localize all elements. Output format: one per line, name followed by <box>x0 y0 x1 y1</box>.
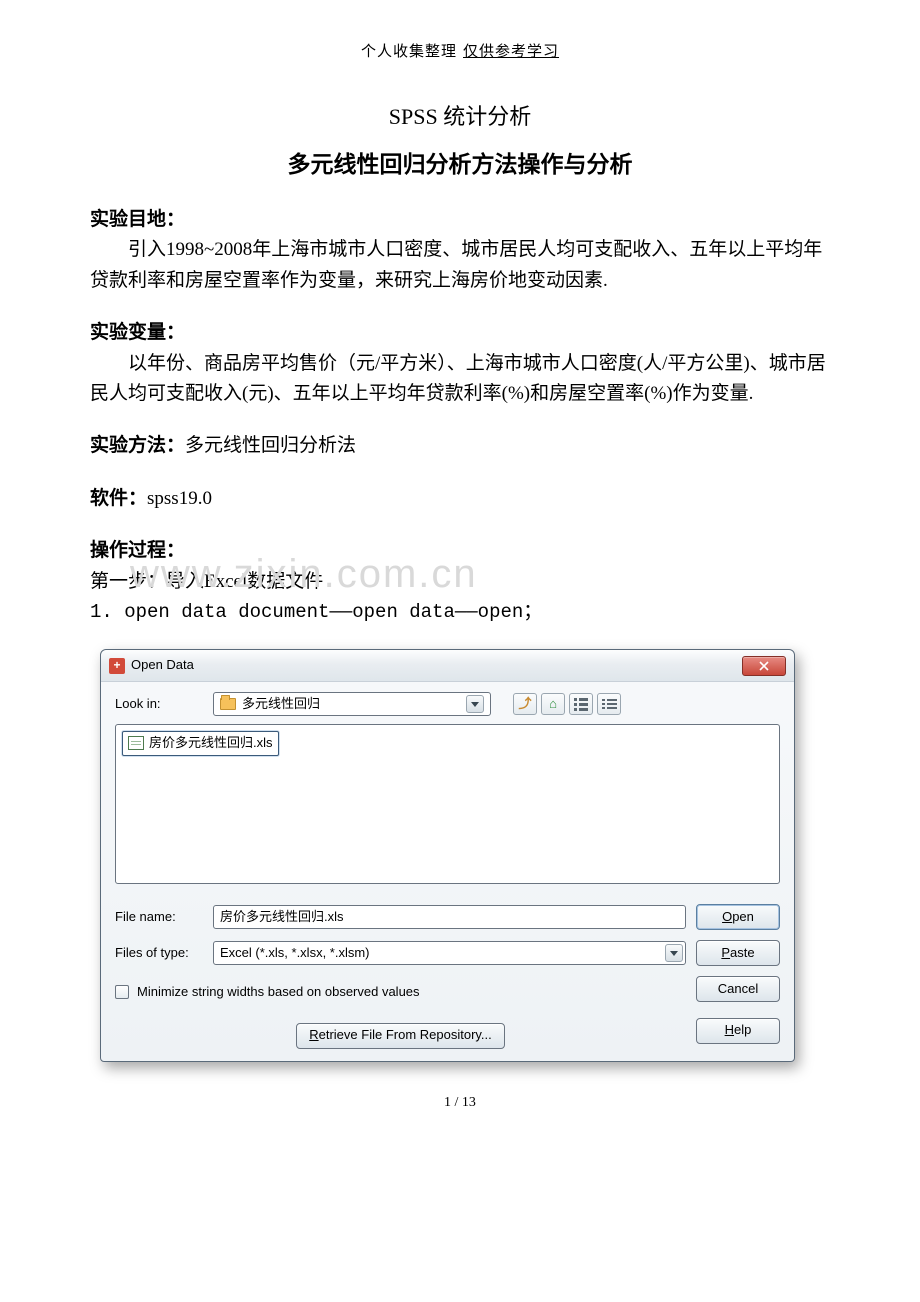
filetype-label: Files of type: <box>115 943 203 964</box>
method-label: 实验方法： <box>90 435 185 456</box>
purpose-text: 引入1998~2008年上海市城市人口密度、城市居民人均可支配收入、五年以上平均… <box>90 235 830 296</box>
excel-file-icon <box>128 736 144 750</box>
up-one-level-button[interactable]: ⤴ <box>513 693 537 715</box>
section-variables: 实验变量： 以年份、商品房平均售价（元/平方米）、上海市城市人口密度(人/平方公… <box>90 318 830 409</box>
file-item-selected[interactable]: 房价多元线性回归.xls <box>122 731 279 756</box>
method-text: 多元线性回归分析法 <box>185 435 356 456</box>
file-list[interactable]: 房价多元线性回归.xls <box>115 724 780 884</box>
close-icon <box>759 661 769 671</box>
header-right: 仅供参考学习 <box>463 44 559 60</box>
details-view-icon <box>602 699 617 709</box>
minimize-checkbox[interactable] <box>115 985 129 999</box>
filetype-combo[interactable]: Excel (*.xls, *.xlsx, *.xlsm) <box>213 941 686 965</box>
list-view-button[interactable] <box>569 693 593 715</box>
retrieve-repo-button[interactable]: Retrieve File From Repository... <box>296 1023 505 1049</box>
close-button[interactable] <box>742 656 786 676</box>
dialog-titlebar: Open Data <box>101 650 794 682</box>
home-button[interactable]: ⌂ <box>541 693 565 715</box>
list-view-icon <box>574 698 588 711</box>
filename-value: 房价多元线性回归.xls <box>220 907 344 928</box>
header-left: 个人收集整理 <box>361 44 457 60</box>
up-arrow-icon: ⤴ <box>518 694 531 715</box>
dialog-title: Open Data <box>131 655 194 676</box>
vars-label: 实验变量： <box>90 318 830 348</box>
filename-input[interactable]: 房价多元线性回归.xls <box>213 905 686 929</box>
lookin-label: Look in: <box>115 694 203 715</box>
help-button[interactable]: Help <box>696 1018 780 1044</box>
software-text: spss19.0 <box>147 488 212 509</box>
filetype-value: Excel (*.xls, *.xlsx, *.xlsm) <box>220 943 370 964</box>
minimize-label: Minimize string widths based on observed… <box>137 982 420 1003</box>
filename-label: File name: <box>115 907 203 928</box>
step1-sub: 1. open data document——open data——open； <box>90 597 830 627</box>
paste-button[interactable]: Paste <box>696 940 780 966</box>
section-software: 软件：spss19.0 <box>90 484 830 514</box>
step1: 第一步：导入Excel数据文件 <box>90 567 830 597</box>
details-view-button[interactable] <box>597 693 621 715</box>
cancel-button[interactable]: Cancel <box>696 976 780 1002</box>
home-icon: ⌂ <box>549 694 557 715</box>
process-label: 操作过程： <box>90 536 830 566</box>
section-process: 操作过程： 第一步：导入Excel数据文件 www.zixin.com.cn 1… <box>90 536 830 627</box>
page-number: 1 / 13 <box>90 1092 830 1114</box>
open-button[interactable]: Open <box>696 904 780 930</box>
section-method: 实验方法：多元线性回归分析法 <box>90 431 830 461</box>
lookin-value: 多元线性回归 <box>242 694 320 715</box>
vars-text: 以年份、商品房平均售价（元/平方米）、上海市城市人口密度(人/平方公里)、城市居… <box>90 349 830 410</box>
file-item-label: 房价多元线性回归.xls <box>149 733 273 754</box>
app-icon <box>109 658 125 674</box>
page-title-2: 多元线性回归分析方法操作与分析 <box>90 146 830 183</box>
section-purpose: 实验目地： 引入1998~2008年上海市城市人口密度、城市居民人均可支配收入、… <box>90 205 830 296</box>
chevron-down-icon[interactable] <box>665 944 683 962</box>
lookin-combo[interactable]: 多元线性回归 <box>213 692 491 716</box>
folder-icon <box>220 698 236 710</box>
chevron-down-icon[interactable] <box>466 695 484 713</box>
open-data-dialog: Open Data Look in: 多元线性回归 ⤴ ⌂ <box>100 649 795 1062</box>
purpose-label: 实验目地： <box>90 205 830 235</box>
software-label: 软件： <box>90 488 147 509</box>
page-header: 个人收集整理仅供参考学习 <box>90 40 830 64</box>
page-title-1: SPSS 统计分析 <box>90 99 830 134</box>
